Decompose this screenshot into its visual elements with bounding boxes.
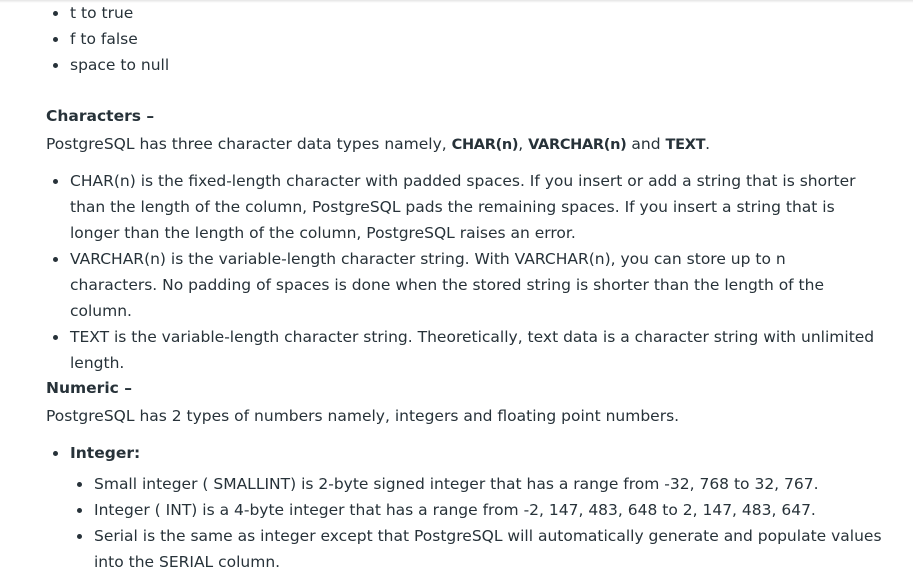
bullet-icon (53, 63, 58, 68)
list-item: t to true (53, 0, 169, 26)
list-item-int: Integer ( INT) is a 4-byte integer that … (77, 497, 884, 523)
numeric-intro: PostgreSQL has 2 types of numbers namely… (46, 407, 680, 425)
list-item-char: CHAR(n) is the fixed-length character wi… (53, 168, 876, 246)
numeric-types-list: Integer: Small integer ( SMALLINT) is 2-… (46, 440, 882, 575)
bullet-icon (77, 508, 82, 513)
character-types-list: CHAR(n) is the fixed-length character wi… (46, 168, 876, 376)
integer-types-list: Small integer ( SMALLINT) is 2-byte sign… (77, 471, 884, 575)
list-item-varchar: VARCHAR(n) is the variable-length charac… (53, 246, 876, 324)
integer-label: Integer: (70, 444, 141, 462)
characters-heading: Characters – (46, 107, 155, 125)
list-item: space to null (53, 52, 169, 78)
characters-intro: PostgreSQL has three character data type… (46, 135, 711, 153)
text-type-label: TEXT (665, 137, 706, 153)
list-item-smallint: Small integer ( SMALLINT) is 2-byte sign… (77, 471, 884, 497)
varchar-type-label: VARCHAR(n) (528, 137, 627, 153)
bullet-icon (53, 335, 58, 340)
char-type-label: CHAR(n) (451, 137, 519, 153)
list-item-text: TEXT is the variable-length character st… (53, 324, 876, 376)
bullet-icon (53, 451, 58, 456)
bullet-icon (77, 534, 82, 539)
bullet-icon (53, 11, 58, 16)
numeric-heading: Numeric – (46, 379, 132, 397)
list-item: f to false (53, 26, 169, 52)
bullet-icon (77, 482, 82, 487)
bullet-icon (53, 37, 58, 42)
boolean-conversion-list: t to true f to false space to null (46, 0, 169, 78)
list-item-serial: Serial is the same as integer except tha… (77, 523, 884, 575)
list-item-integer: Integer: Small integer ( SMALLINT) is 2-… (53, 440, 882, 575)
bullet-icon (53, 257, 58, 262)
bullet-icon (53, 179, 58, 184)
